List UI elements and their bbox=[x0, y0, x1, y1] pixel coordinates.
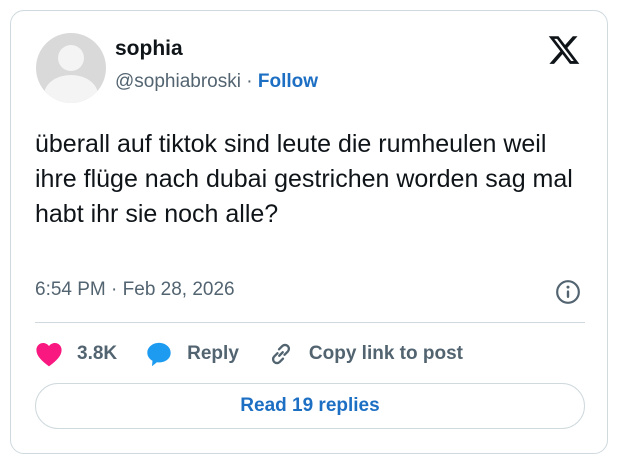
copy-link-label: Copy link to post bbox=[308, 343, 463, 364]
heart-icon bbox=[36, 343, 62, 367]
author-name[interactable]: sophia bbox=[115, 37, 183, 61]
divider bbox=[35, 322, 585, 323]
tweet-card: sophia @sophiabroski · Follow überall au… bbox=[10, 10, 608, 454]
tweet-text: überall auf tiktok sind leute die rumheu… bbox=[35, 130, 573, 228]
author-handle[interactable]: @sophiabroski bbox=[115, 71, 241, 92]
author-handle-row: @sophiabroski · Follow bbox=[115, 71, 318, 93]
speech-bubble-icon bbox=[147, 342, 171, 367]
x-logo-icon[interactable] bbox=[547, 33, 581, 67]
action-bar: 3.8K Reply Copy link to post bbox=[35, 337, 491, 371]
link-icon bbox=[271, 343, 290, 365]
avatar-body bbox=[44, 75, 98, 103]
avatar[interactable] bbox=[36, 33, 106, 103]
like-count: 3.8K bbox=[77, 343, 118, 364]
reply-label: Reply bbox=[187, 343, 239, 364]
like-button[interactable]: 3.8K bbox=[35, 341, 117, 367]
follow-link[interactable]: Follow bbox=[258, 71, 318, 92]
reply-button[interactable]: Reply bbox=[145, 340, 239, 368]
read-replies-button[interactable]: Read 19 replies bbox=[35, 383, 585, 429]
handle-separator: · bbox=[246, 71, 253, 92]
tweet-timestamp[interactable]: 6:54 PM · Feb 28, 2026 bbox=[35, 279, 235, 301]
avatar-head bbox=[58, 45, 84, 71]
copy-link-button[interactable]: Copy link to post bbox=[267, 340, 463, 368]
info-icon[interactable] bbox=[555, 279, 581, 305]
